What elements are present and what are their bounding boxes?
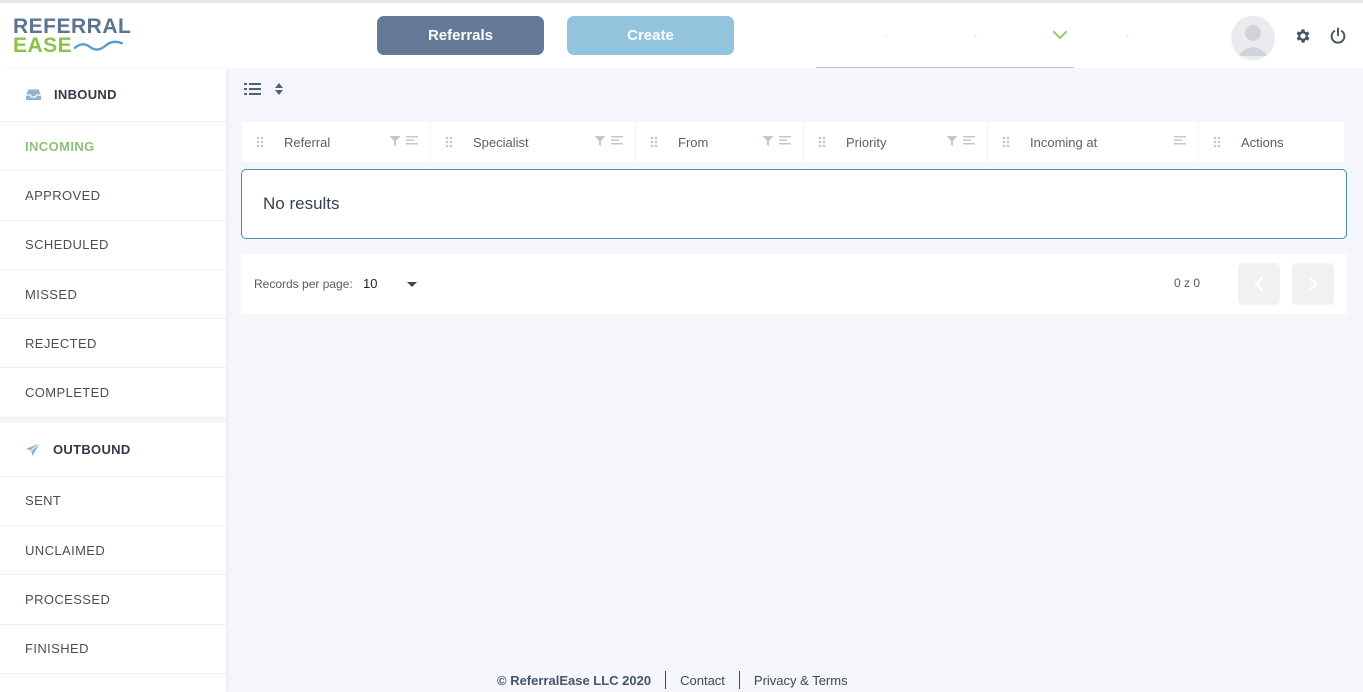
column-label: Priority xyxy=(846,134,887,150)
privacy-terms-link[interactable]: Privacy & Terms xyxy=(740,673,862,688)
selector-dot: · xyxy=(1126,31,1130,42)
column-referral[interactable]: Referral xyxy=(242,122,431,162)
sidebar-item-rejected[interactable]: REJECTED xyxy=(0,319,226,369)
logo-line2: EASE xyxy=(13,34,73,57)
outbound-title: OUTBOUND xyxy=(53,441,131,457)
column-label: Referral xyxy=(284,134,331,150)
filter-icon[interactable] xyxy=(762,135,774,147)
logo-wave-icon xyxy=(74,40,123,51)
sidebar-item-missed[interactable]: MISSED xyxy=(0,270,226,320)
copyright-text: © ReferralEase LLC 2020 xyxy=(497,672,652,688)
account-selector[interactable]: · · · xyxy=(816,3,1129,68)
inbound-title: INBOUND xyxy=(54,87,117,102)
top-header: REFERRAL EASE Referrals Create · · · xyxy=(0,0,1363,68)
column-incoming-at[interactable]: Incoming at xyxy=(988,122,1199,162)
table-toolbar xyxy=(244,82,284,96)
align-icon[interactable] xyxy=(963,135,975,147)
column-specialist[interactable]: Specialist xyxy=(431,122,636,162)
filter-icon[interactable] xyxy=(389,135,401,147)
selector-dot: · xyxy=(884,31,888,42)
prev-page-button[interactable] xyxy=(1238,263,1280,305)
empty-results: No results xyxy=(241,169,1347,239)
align-icon[interactable] xyxy=(1174,135,1186,147)
sidebar: INBOUND INCOMING APPROVED SCHEDULED MISS… xyxy=(0,68,226,692)
outbound-section-header[interactable]: OUTBOUND xyxy=(0,423,226,477)
drag-handle-icon[interactable] xyxy=(256,136,264,148)
column-actions[interactable]: Actions xyxy=(1199,122,1344,162)
sidebar-item-approved[interactable]: APPROVED xyxy=(0,171,226,221)
contact-link[interactable]: Contact xyxy=(666,673,739,688)
sort-icon[interactable] xyxy=(274,82,284,96)
referrals-button[interactable]: Referrals xyxy=(377,16,544,55)
column-priority[interactable]: Priority xyxy=(804,122,988,162)
records-per-page-label: Records per page: xyxy=(254,277,353,291)
gear-icon[interactable] xyxy=(1294,27,1312,45)
align-icon[interactable] xyxy=(611,135,623,147)
selector-dot: · xyxy=(974,31,978,42)
power-icon[interactable] xyxy=(1329,27,1347,45)
sidebar-item-completed[interactable]: COMPLETED xyxy=(0,368,226,418)
sidebar-item-incoming[interactable]: INCOMING xyxy=(0,122,226,172)
column-label: Specialist xyxy=(473,134,529,150)
inbox-icon xyxy=(26,89,41,100)
next-page-button[interactable] xyxy=(1292,263,1334,305)
avatar-icon[interactable] xyxy=(1231,16,1275,60)
sidebar-item-processed[interactable]: PROCESSED xyxy=(0,575,226,625)
filter-icon[interactable] xyxy=(594,135,606,147)
align-icon[interactable] xyxy=(406,135,418,147)
column-label: Actions xyxy=(1241,134,1284,150)
column-from[interactable]: From xyxy=(636,122,804,162)
sidebar-item-sent[interactable]: SENT xyxy=(0,477,226,527)
inbound-section-header[interactable]: INBOUND xyxy=(0,68,226,122)
referralease-logo[interactable]: REFERRAL EASE xyxy=(13,16,131,57)
list-icon[interactable] xyxy=(244,82,262,96)
sidebar-item-finished[interactable]: FINISHED xyxy=(0,625,226,674)
table-header: Referral Specialist From Priority Incomi… xyxy=(242,122,1344,162)
drag-handle-icon[interactable] xyxy=(650,136,658,148)
column-label: From xyxy=(678,134,709,150)
sidebar-item-unclaimed[interactable]: UNCLAIMED xyxy=(0,526,226,576)
pagination-bar: Records per page: 10 0 z 0 xyxy=(241,254,1347,314)
record-count: 0 z 0 xyxy=(1174,276,1201,290)
chevron-down-icon xyxy=(1052,30,1068,40)
caret-down-icon[interactable] xyxy=(406,281,418,288)
column-label: Incoming at xyxy=(1030,134,1098,150)
footer: © ReferralEase LLC 2020 Contact Privacy … xyxy=(497,671,862,689)
chevron-left-icon xyxy=(1254,276,1264,292)
paper-plane-icon xyxy=(26,442,41,456)
filter-icon[interactable] xyxy=(946,135,958,147)
drag-handle-icon[interactable] xyxy=(818,136,826,148)
sidebar-item-scheduled[interactable]: SCHEDULED xyxy=(0,221,226,270)
chevron-right-icon xyxy=(1308,276,1318,292)
align-icon[interactable] xyxy=(779,135,791,147)
drag-handle-icon[interactable] xyxy=(1213,136,1221,148)
drag-handle-icon[interactable] xyxy=(1002,136,1010,148)
create-button[interactable]: Create xyxy=(567,16,734,55)
drag-handle-icon[interactable] xyxy=(445,136,453,148)
records-per-page-select[interactable]: 10 xyxy=(363,276,377,291)
